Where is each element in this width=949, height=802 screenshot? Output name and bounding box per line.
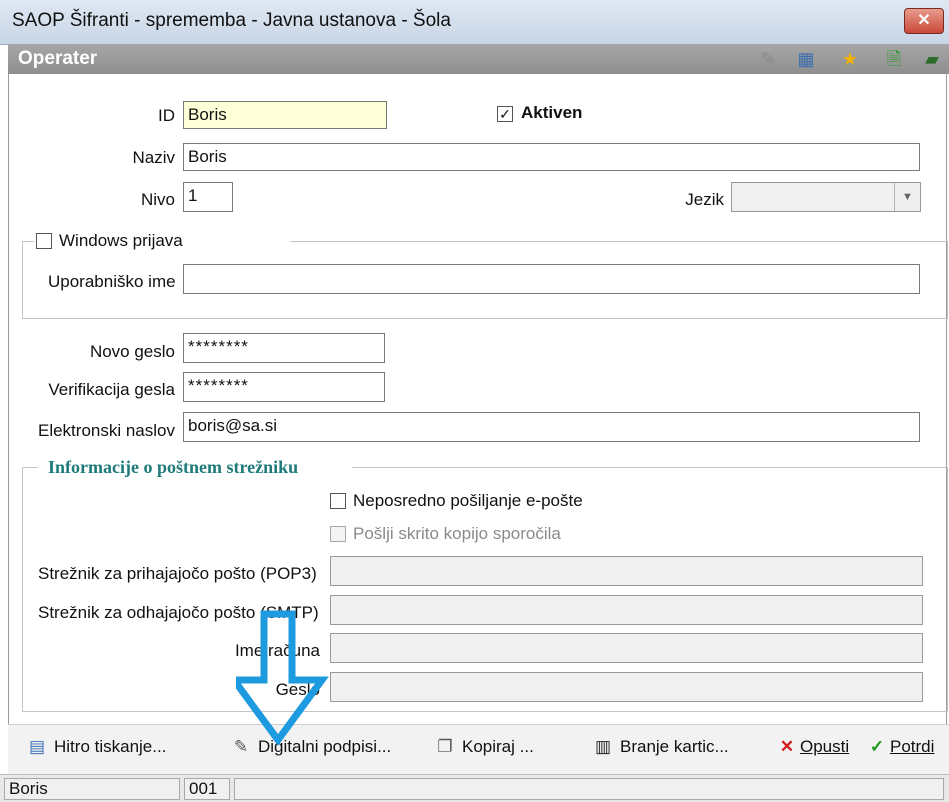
close-icon: ✕ bbox=[779, 737, 795, 756]
quick-print-label: Hitro tiskanje... bbox=[54, 737, 167, 756]
active-label: Aktiven bbox=[521, 103, 583, 122]
new-password-field[interactable]: ******** bbox=[183, 333, 385, 363]
printer-icon: ▤ bbox=[28, 737, 46, 756]
verify-password-label: Verifikacija gesla bbox=[48, 380, 175, 399]
jezik-select[interactable]: ▼ bbox=[731, 182, 921, 212]
direct-send-checkbox[interactable] bbox=[330, 493, 346, 509]
close-button[interactable]: ✕ bbox=[904, 8, 944, 34]
barcode-icon: ▥ bbox=[594, 737, 612, 756]
star-icon[interactable]: ★ bbox=[838, 48, 862, 70]
copy-label: Kopiraj ... bbox=[462, 737, 534, 756]
group-border-right bbox=[352, 467, 948, 468]
nivo-label: Nivo bbox=[140, 190, 175, 209]
copy-button[interactable]: ❐ Kopiraj ... bbox=[434, 737, 534, 757]
status-bar: Boris 001 bbox=[0, 774, 949, 802]
jezik-label: Jezik bbox=[685, 190, 724, 209]
copy-icon: ❐ bbox=[437, 737, 453, 756]
naziv-label: Naziv bbox=[132, 148, 175, 167]
username-label: Uporabniško ime bbox=[48, 272, 176, 291]
status-user: Boris bbox=[4, 778, 180, 800]
verify-password-field[interactable]: ******** bbox=[183, 372, 385, 402]
pop3-label: Strežnik za prihajajočo pošto (POP3) bbox=[38, 564, 317, 583]
card-reading-label: Branje kartic... bbox=[620, 737, 729, 756]
checkmark-icon: ✓ bbox=[869, 737, 885, 756]
status-code: 001 bbox=[184, 778, 230, 800]
bottom-toolbar: ▤ Hitro tiskanje... ✎ Digitalni podpisi...… bbox=[8, 724, 949, 775]
windows-login-label: Windows prijava bbox=[59, 231, 183, 250]
account-name-field[interactable] bbox=[330, 633, 923, 663]
quick-print-button[interactable]: ▤ Hitro tiskanje... bbox=[26, 737, 166, 757]
nivo-field[interactable]: 1 bbox=[183, 182, 233, 212]
group-border-left bbox=[22, 241, 34, 242]
form-title: Operater bbox=[18, 48, 98, 69]
group-border-left bbox=[22, 467, 38, 468]
window-title: SAOP Šifranti - sprememba - Javna ustano… bbox=[12, 10, 451, 31]
confirm-label: Potrdi bbox=[890, 737, 935, 756]
document-check-icon[interactable]: 🗎 bbox=[882, 48, 906, 70]
status-empty bbox=[234, 778, 944, 800]
active-checkbox[interactable]: ✓ bbox=[497, 106, 513, 122]
new-password-label: Novo geslo bbox=[89, 342, 175, 361]
bcc-checkbox[interactable] bbox=[330, 526, 346, 542]
windows-login-checkbox[interactable] bbox=[36, 233, 52, 249]
cancel-button[interactable]: ✕ Opusti bbox=[776, 737, 849, 757]
smtp-field[interactable] bbox=[330, 595, 923, 625]
mail-password-field[interactable] bbox=[330, 672, 923, 702]
edit-icon[interactable]: ✎ bbox=[756, 48, 780, 70]
mail-server-title: Informacije o poštnem strežniku bbox=[48, 457, 299, 477]
pop3-field[interactable] bbox=[330, 556, 923, 586]
annotation-arrow-icon bbox=[236, 610, 329, 746]
grid-icon[interactable]: ▦ bbox=[794, 48, 818, 70]
window-title-bar: SAOP Šifranti - sprememba - Javna ustano… bbox=[0, 0, 949, 45]
books-icon[interactable]: ▰ bbox=[920, 48, 944, 70]
naziv-field[interactable]: Boris bbox=[183, 143, 920, 171]
id-label: ID bbox=[158, 106, 175, 125]
email-field[interactable]: boris@sa.si bbox=[183, 412, 920, 442]
direct-send-label: Neposredno pošiljanje e-pošte bbox=[353, 491, 583, 510]
card-reading-button[interactable]: ▥ Branje kartic... bbox=[592, 737, 729, 757]
bcc-label: Pošlji skrito kopijo sporočila bbox=[353, 524, 561, 543]
id-field[interactable]: Boris bbox=[183, 101, 387, 129]
group-border-right bbox=[290, 241, 948, 242]
cancel-label: Opusti bbox=[800, 737, 850, 756]
email-label: Elektronski naslov bbox=[37, 421, 175, 440]
form-header: Operater ✎ ▦ ★ 🗎 ▰ bbox=[8, 44, 949, 74]
username-field[interactable] bbox=[183, 264, 920, 294]
chevron-down-icon[interactable]: ▼ bbox=[894, 183, 920, 211]
confirm-button[interactable]: ✓ Potrdi bbox=[866, 737, 935, 757]
